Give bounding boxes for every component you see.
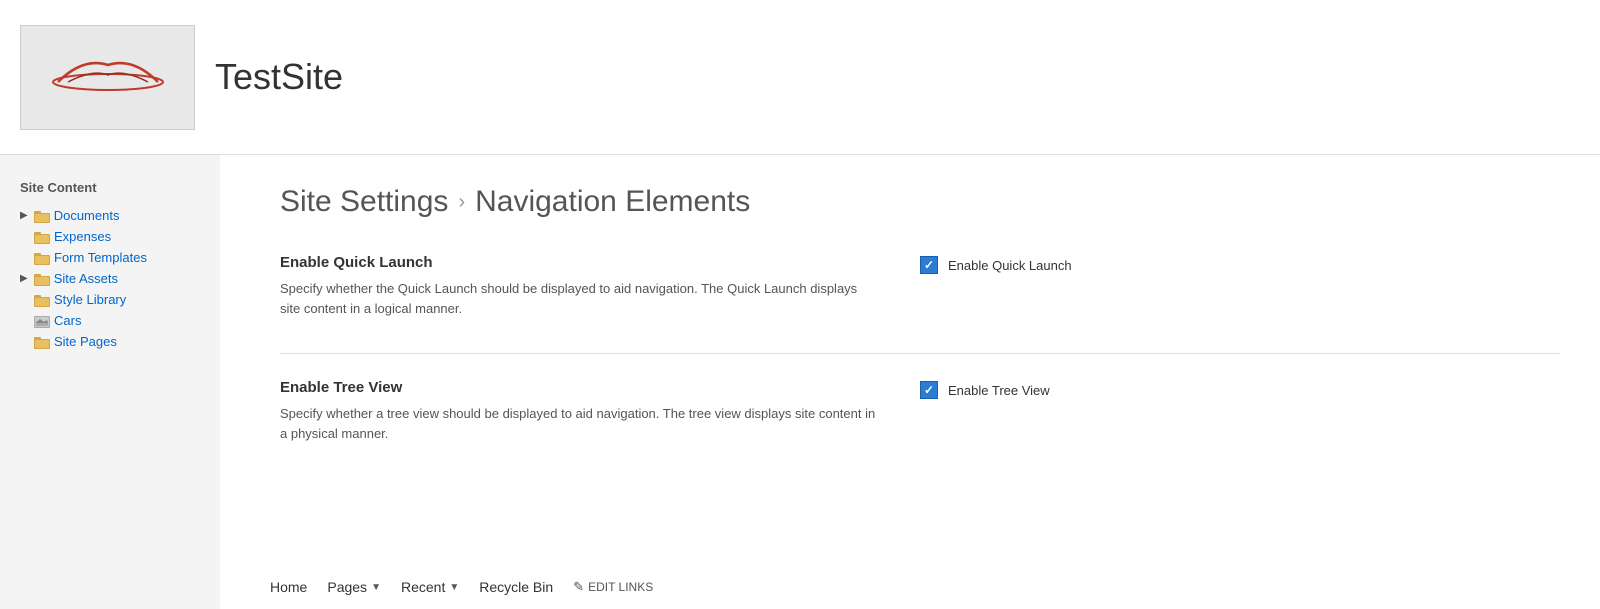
logo-svg xyxy=(38,47,178,107)
edit-links-button[interactable]: ✎ EDIT LINKS xyxy=(563,577,663,597)
folder-icon xyxy=(34,293,50,307)
expand-icon: ▶ xyxy=(20,210,28,221)
header-nav: Home Pages ▼ Recent ▼ Recycle Bin ✎ EDIT… xyxy=(260,577,663,597)
site-title: TestSite xyxy=(215,59,343,95)
checkbox-quick-launch-label[interactable]: Enable Quick Launch xyxy=(948,258,1072,273)
pages-chevron-icon: ▼ xyxy=(371,582,381,593)
checkbox-tree-view[interactable] xyxy=(920,381,938,399)
header: TestSite Home Pages ▼ Recent ▼ Recycle B… xyxy=(0,0,1600,155)
sidebar-item-cars[interactable]: Cars xyxy=(20,310,205,331)
sidebar-title: Site Content xyxy=(20,180,205,195)
sidebar-item-form-templates[interactable]: Form Templates xyxy=(20,247,205,268)
folder-icon xyxy=(34,335,50,349)
sidebar-item-style-library[interactable]: Style Library xyxy=(20,289,205,310)
sidebar-item-documents[interactable]: ▶ Documents xyxy=(20,205,205,226)
settings-description-tree-view: Enable Tree View Specify whether a tree … xyxy=(280,379,880,443)
sidebar-item-site-pages[interactable]: Site Pages xyxy=(20,331,205,352)
folder-icon xyxy=(34,272,50,286)
settings-section-quick-launch: Enable Quick Launch Specify whether the … xyxy=(280,254,1560,318)
section-heading-tree-view: Enable Tree View xyxy=(280,379,880,396)
nav-recent[interactable]: Recent ▼ xyxy=(391,577,469,597)
main-container: Site Content ▶ Documents Expenses Form T… xyxy=(0,155,1600,609)
folder-icon xyxy=(34,251,50,265)
logo-area: TestSite xyxy=(20,25,343,130)
recent-chevron-icon: ▼ xyxy=(449,582,459,593)
nav-recycle-bin[interactable]: Recycle Bin xyxy=(469,577,563,597)
settings-description-quick-launch: Enable Quick Launch Specify whether the … xyxy=(280,254,880,318)
section-body-tree-view: Specify whether a tree view should be di… xyxy=(280,404,880,443)
sidebar: Site Content ▶ Documents Expenses Form T… xyxy=(0,155,220,609)
logo-box xyxy=(20,25,195,130)
content-area: Site Settings › Navigation Elements Enab… xyxy=(220,155,1600,609)
settings-section-tree-view: Enable Tree View Specify whether a tree … xyxy=(280,379,1560,443)
checkbox-tree-view-label[interactable]: Enable Tree View xyxy=(948,383,1050,398)
page-title: Site Settings › Navigation Elements xyxy=(280,185,1560,219)
section-divider xyxy=(280,353,1560,354)
nav-home[interactable]: Home xyxy=(260,577,317,597)
settings-layout-quick-launch: Enable Quick Launch Specify whether the … xyxy=(280,254,1560,318)
pencil-icon: ✎ xyxy=(573,579,584,595)
settings-control-tree-view: Enable Tree View xyxy=(920,379,1170,399)
nav-pages[interactable]: Pages ▼ xyxy=(317,577,391,597)
expand-icon: ▶ xyxy=(20,273,28,284)
section-heading-quick-launch: Enable Quick Launch xyxy=(280,254,880,271)
folder-icon xyxy=(34,209,50,223)
settings-layout-tree-view: Enable Tree View Specify whether a tree … xyxy=(280,379,1560,443)
title-separator: › xyxy=(458,191,465,214)
settings-control-quick-launch: Enable Quick Launch xyxy=(920,254,1170,274)
sidebar-item-site-assets[interactable]: ▶ Site Assets xyxy=(20,268,205,289)
section-body-quick-launch: Specify whether the Quick Launch should … xyxy=(280,279,880,318)
folder-icon xyxy=(34,230,50,244)
sidebar-item-expenses[interactable]: Expenses xyxy=(20,226,205,247)
checkbox-quick-launch[interactable] xyxy=(920,256,938,274)
header-top: TestSite xyxy=(20,25,373,130)
image-folder-icon xyxy=(34,314,50,328)
